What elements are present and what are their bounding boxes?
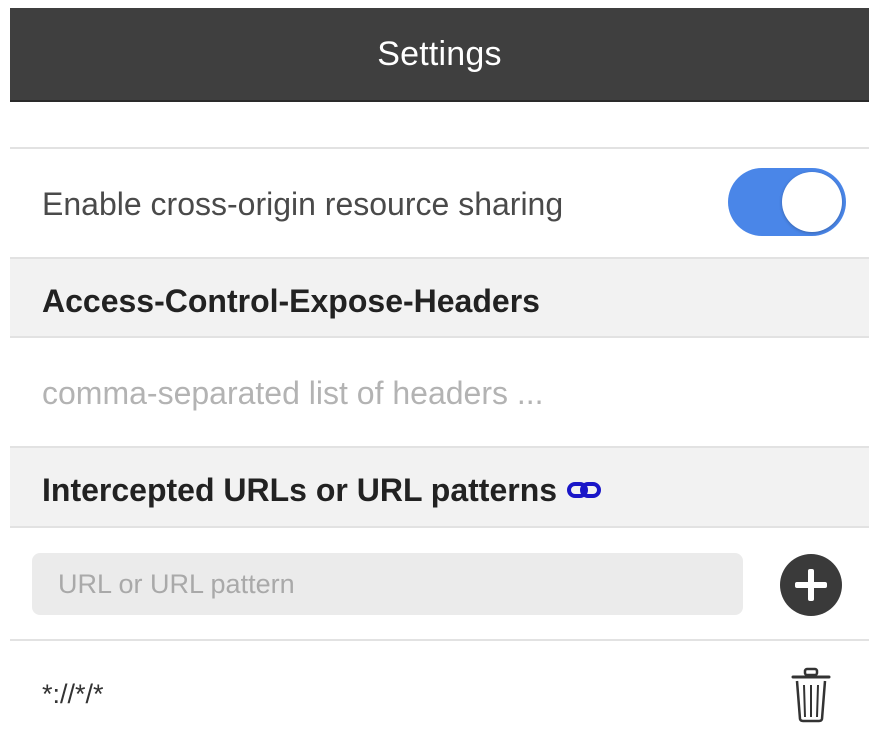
expose-headers-row xyxy=(10,338,869,446)
pattern-list-item: *://*/* xyxy=(10,641,869,747)
toggle-knob xyxy=(782,172,842,232)
pattern-text: *://*/* xyxy=(42,679,104,709)
title-bar: Settings xyxy=(10,8,869,102)
link-icon[interactable] xyxy=(567,471,602,508)
expose-headers-title: Access-Control-Expose-Headers xyxy=(42,283,540,319)
trash-icon[interactable] xyxy=(791,667,831,728)
page-title: Settings xyxy=(377,34,502,73)
cors-toggle-label: Enable cross-origin resource sharing xyxy=(42,186,564,222)
intercepted-title-wrap: Intercepted URLs or URL patterns xyxy=(42,471,602,509)
add-pattern-row xyxy=(10,528,869,639)
cors-toggle[interactable] xyxy=(728,168,846,236)
expose-headers-section-header: Access-Control-Expose-Headers xyxy=(10,259,869,337)
add-pattern-button[interactable] xyxy=(780,554,842,616)
divider xyxy=(10,147,869,149)
cors-setting-row: Enable cross-origin resource sharing xyxy=(10,150,869,258)
intercepted-section-header: Intercepted URLs or URL patterns xyxy=(10,448,869,526)
expose-headers-input[interactable] xyxy=(42,368,822,418)
url-pattern-input[interactable] xyxy=(32,553,743,615)
intercepted-title: Intercepted URLs or URL patterns xyxy=(42,472,558,508)
settings-page: Settings Enable cross-origin resource sh… xyxy=(0,0,869,747)
